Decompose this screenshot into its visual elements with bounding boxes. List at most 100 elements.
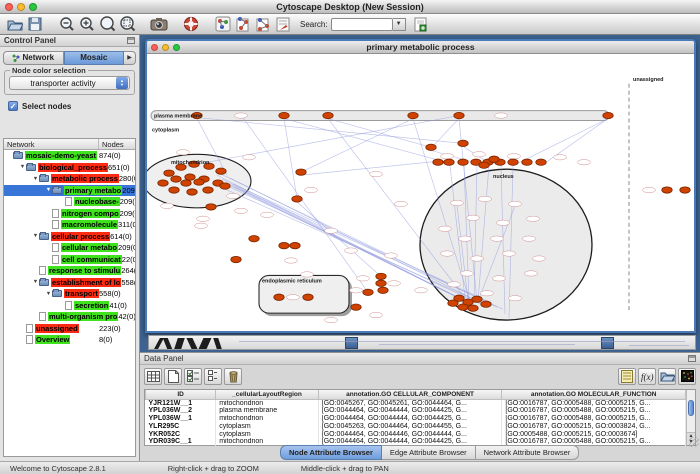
layout-icon-a[interactable]: [234, 15, 252, 33]
tree-row[interactable]: ▼unassigned223(0): [4, 323, 135, 335]
table-column-header[interactable]: ID: [146, 390, 216, 399]
network-node[interactable]: [351, 304, 361, 310]
network-node[interactable]: [408, 112, 418, 118]
node-color-dropdown[interactable]: transporter activity ▲▼: [9, 76, 130, 90]
tree-row[interactable]: ▼metabolic process280(0): [4, 173, 135, 185]
network-edge[interactable]: [542, 119, 608, 166]
attribute-list-icon[interactable]: [204, 368, 222, 385]
network-node[interactable]: [376, 273, 386, 279]
network-node[interactable]: [468, 305, 478, 311]
layout-icon-b[interactable]: [254, 15, 272, 33]
network-node[interactable]: [279, 112, 289, 118]
tab-network-attribute-browser[interactable]: Network Attribute Browser: [476, 445, 580, 460]
network-node[interactable]: [522, 159, 532, 165]
tree-row[interactable]: ▼transport558(0): [4, 288, 135, 300]
network-edge[interactable]: [297, 202, 381, 276]
save-session-icon[interactable]: [26, 15, 44, 33]
table-column-header[interactable]: annotation.GO MOLECULAR_FUNCTION: [502, 390, 686, 399]
tree-column-network[interactable]: Network: [4, 139, 99, 149]
network-edge[interactable]: [181, 116, 459, 168]
delete-attribute-icon[interactable]: [224, 368, 242, 385]
tree-row[interactable]: ▼secretion41(0): [4, 300, 135, 312]
background-window-icon[interactable]: [601, 337, 614, 349]
network-node[interactable]: [158, 180, 168, 186]
network-window-titlebar[interactable]: primary metabolic process: [147, 41, 694, 54]
tree-row[interactable]: ▼response to stimulu264(0): [4, 265, 135, 277]
network-node[interactable]: [292, 196, 302, 202]
zoom-selected-icon[interactable]: [118, 15, 136, 33]
network-node[interactable]: [303, 294, 313, 300]
expand-arrow-icon[interactable]: ▼: [45, 291, 52, 297]
tree-row[interactable]: ▼primary metabo209(...: [4, 185, 135, 197]
import-attributes-icon[interactable]: [658, 368, 676, 385]
network-node[interactable]: [274, 294, 284, 300]
network-canvas[interactable]: plasma membrane cytoplasm mitochondrion …: [147, 54, 694, 331]
network-node[interactable]: [296, 169, 306, 175]
network-node[interactable]: [171, 176, 181, 182]
table-row[interactable]: YPL036W__1mitochondrion[GO:0044464, GO:0…: [146, 415, 686, 423]
nucleus-region[interactable]: [420, 169, 592, 320]
background-window-icon[interactable]: [345, 337, 358, 349]
float-panel-icon[interactable]: [127, 37, 135, 44]
network-edge[interactable]: [284, 119, 450, 164]
tree-column-nodes[interactable]: Nodes: [99, 139, 135, 149]
network-node[interactable]: [216, 168, 226, 174]
notes-icon[interactable]: [618, 368, 636, 385]
expand-arrow-icon[interactable]: ▼: [19, 164, 26, 170]
network-node[interactable]: [363, 289, 373, 295]
network-node[interactable]: [203, 187, 213, 193]
tree-row[interactable]: ▼establishment of lo558(0): [4, 277, 135, 289]
table-row[interactable]: YKR052Ccytoplasm[GO:0044464, GO:0044446,…: [146, 430, 686, 438]
network-node[interactable]: [323, 112, 333, 118]
matrix-icon[interactable]: [678, 368, 696, 385]
tab-overflow-button[interactable]: ▶: [124, 51, 136, 65]
network-node[interactable]: [472, 296, 482, 302]
network-node[interactable]: [444, 159, 454, 165]
tree-row[interactable]: ▼mosaic-demo-yeast874(0): [4, 150, 135, 162]
network-node[interactable]: [458, 304, 468, 310]
tree-row[interactable]: ▼cellular process614(0): [4, 231, 135, 243]
help-icon[interactable]: [182, 15, 200, 33]
network-edge[interactable]: [431, 119, 459, 149]
tree-row[interactable]: ▼cell communicat22(0): [4, 254, 135, 266]
float-data-panel-icon[interactable]: [688, 355, 696, 362]
network-node[interactable]: [433, 159, 443, 165]
table-column-header[interactable]: _cellularLayoutRegion: [216, 390, 319, 399]
network-node[interactable]: [376, 280, 386, 286]
network-node[interactable]: [187, 189, 197, 195]
expand-arrow-icon[interactable]: ▼: [32, 233, 39, 239]
resize-grip[interactable]: [689, 437, 699, 447]
expand-arrow-icon[interactable]: ▼: [32, 279, 39, 285]
network-node[interactable]: [220, 183, 230, 189]
tree-row[interactable]: ▼Overview8(0): [4, 334, 135, 346]
network-node[interactable]: [479, 162, 489, 168]
new-attribute-icon[interactable]: [164, 368, 182, 385]
network-node[interactable]: [680, 187, 690, 193]
tree-row[interactable]: ▼biological_process651(0): [4, 162, 135, 174]
zoom-fit-icon[interactable]: [98, 15, 116, 33]
search-input[interactable]: [331, 18, 393, 31]
vizmapper-icon[interactable]: [214, 15, 232, 33]
plasma-membrane-region[interactable]: [151, 111, 609, 121]
tree-row[interactable]: ▼nucleobase-209(0): [4, 196, 135, 208]
network-edge[interactable]: [328, 119, 431, 148]
table-row[interactable]: YJR121W__1mitochondrion[GO:0045267, GO:0…: [146, 399, 686, 407]
network-node[interactable]: [185, 174, 195, 180]
annotation-icon[interactable]: [274, 15, 292, 33]
network-node[interactable]: [458, 140, 468, 146]
tab-network[interactable]: Network: [3, 51, 64, 65]
table-row[interactable]: YPL036W__2plasma membrane[GO:0044464, GO…: [146, 407, 686, 415]
network-node[interactable]: [279, 242, 289, 248]
network-node[interactable]: [181, 180, 191, 186]
snapshot-icon[interactable]: [150, 15, 168, 33]
network-node[interactable]: [603, 112, 613, 118]
scrollbar-thumb[interactable]: [688, 400, 694, 416]
network-node[interactable]: [231, 256, 241, 262]
network-node[interactable]: [194, 179, 204, 185]
table-column-header[interactable]: annotation.GO CELLULAR_COMPONENT: [318, 390, 502, 399]
attribute-checklist-icon[interactable]: [184, 368, 202, 385]
network-node[interactable]: [426, 144, 436, 150]
expand-arrow-icon[interactable]: ▼: [45, 187, 52, 193]
select-nodes-checkbox[interactable]: ✓: [8, 101, 18, 111]
zoom-in-icon[interactable]: [78, 15, 96, 33]
